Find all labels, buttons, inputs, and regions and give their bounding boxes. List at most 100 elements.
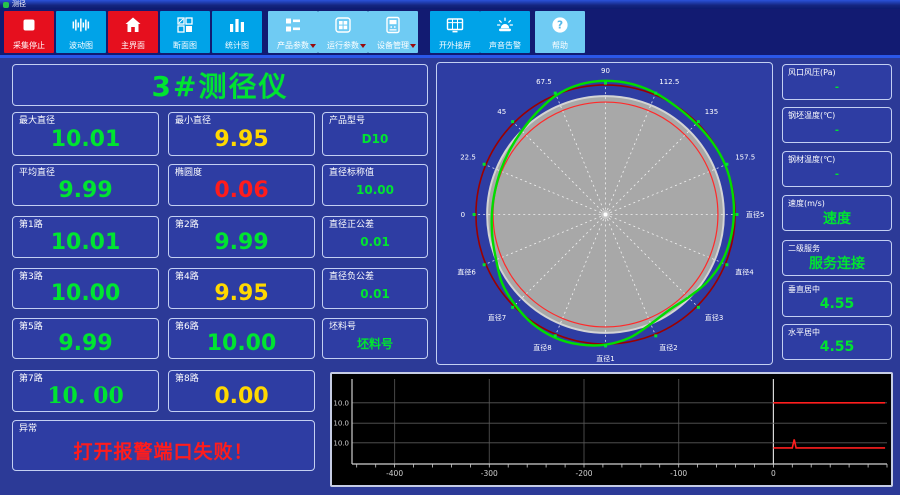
metric-box-第7路: 第7路 10. 00	[12, 370, 159, 412]
toolbar-button-11[interactable]: ? 帮助	[535, 11, 585, 53]
toolbar-button-3[interactable]: 主界面	[108, 11, 158, 53]
status-value: 4.55	[819, 339, 855, 355]
toolbar-separator	[0, 55, 900, 58]
dropdown-arrow-icon	[360, 44, 366, 48]
metric-value: 10. 00	[47, 383, 124, 409]
dropdown-arrow-icon	[310, 44, 316, 48]
metric-box-椭圆度: 椭圆度 0.06	[168, 164, 315, 206]
svg-text:直径3: 直径3	[705, 313, 723, 322]
svg-text:10.0: 10.0	[333, 439, 349, 447]
svg-text:-200: -200	[575, 469, 592, 478]
metric-box-直径正公差: 直径正公差 0.01	[322, 216, 428, 258]
metric-box-第3路: 第3路 10.00	[12, 268, 159, 309]
home-icon	[123, 15, 143, 35]
metric-box-第5路: 第5路 9.99	[12, 318, 159, 359]
status-box-水平居中: 水平居中 4.55	[782, 324, 892, 360]
metric-box-产品型号: 产品型号 D10	[322, 112, 428, 156]
metric-box-最小直径: 最小直径 9.95	[168, 112, 315, 156]
metric-value: 0.01	[360, 235, 390, 249]
metric-box-第1路: 第1路 10.01	[12, 216, 159, 258]
svg-text:90: 90	[601, 66, 610, 75]
trend-chart-panel: 10.0 10.0 10.0 -400 -300 -200 -100 0	[330, 372, 893, 487]
toolbar-button-label: 声音告警	[489, 41, 521, 50]
svg-text:0: 0	[461, 210, 465, 219]
metric-value: 0.00	[214, 383, 269, 409]
metric-value: 坯料号	[356, 337, 393, 351]
status-box-钢材温度(℃): 钢材温度(℃) -	[782, 151, 892, 187]
toolbar-button-label: 断面图	[173, 41, 197, 50]
svg-text:45: 45	[497, 107, 506, 116]
toolbar-button-1[interactable]: 采集停止	[4, 11, 54, 53]
help-icon: ?	[550, 15, 570, 35]
toolbar-button-9[interactable]: 开外接屏	[430, 11, 480, 53]
metric-value: 10.00	[356, 183, 394, 197]
toolbar-button-4[interactable]: 断面图	[160, 11, 210, 53]
status-box-风口风压(Pa): 风口风压(Pa) -	[782, 64, 892, 100]
status-box-二级服务: 二级服务 服务连接	[782, 240, 892, 276]
svg-text:直径1: 直径1	[596, 354, 615, 363]
toolbar-button-6[interactable]: 产品参数	[268, 11, 318, 53]
toolbar-button-8[interactable]: 设备管理	[368, 11, 418, 53]
toolbar-button-7[interactable]: 运行参数	[318, 11, 368, 53]
window-title: 测径	[12, 0, 26, 8]
toolbar-button-label: 统计图	[225, 41, 249, 50]
toolbar-button-label: 主界面	[121, 41, 145, 50]
metric-box-异常: 异常 打开报警端口失败！	[12, 420, 315, 471]
svg-text:直径8: 直径8	[533, 343, 552, 352]
metric-value: 10.01	[50, 126, 121, 152]
metric-value: 9.99	[58, 331, 113, 356]
metric-box-直径标称值: 直径标称值 10.00	[322, 164, 428, 206]
svg-text:直径2: 直径2	[659, 343, 678, 352]
main-window: 测径 采集停止 波动图 主界面 断面图 统计图 产品参数 运行参数 设备管理 开外接屏 声音告警?…	[0, 0, 900, 495]
status-box-速度(m/s): 速度(m/s) 速度	[782, 195, 892, 231]
toolbar-button-2[interactable]: 波动图	[56, 11, 106, 53]
toolbar-button-5[interactable]: 统计图	[212, 11, 262, 53]
svg-text:157.5: 157.5	[735, 153, 755, 162]
status-value: 服务连接	[809, 256, 865, 272]
svg-text:直径5: 直径5	[746, 210, 765, 219]
status-box-钢坯温度(℃): 钢坯温度(℃) -	[782, 107, 892, 143]
title-bar: 测径	[0, 0, 900, 9]
external-screen-icon	[445, 15, 465, 35]
svg-text:-400: -400	[386, 469, 403, 478]
svg-text:直径4: 直径4	[735, 267, 754, 276]
section-icon	[175, 15, 195, 35]
cross-section-chart: 0 22.5 45 67.5 90 112.5 135 157.5 直径5 直径4 直径3 直径2 直径…	[457, 66, 765, 363]
metric-value: 9.95	[214, 126, 269, 152]
metric-box-平均直径: 平均直径 9.99	[12, 164, 159, 206]
status-value: 4.55	[819, 296, 855, 312]
toolbar-button-10[interactable]: 声音告警	[480, 11, 530, 53]
stop-icon	[19, 15, 39, 35]
cross-section-panel: 0 22.5 45 67.5 90 112.5 135 157.5 直径5 直径4 直径3 直径2 直径…	[436, 62, 773, 365]
status-value: -	[834, 81, 840, 93]
metric-value: 9.99	[58, 177, 113, 203]
svg-text:?: ?	[557, 20, 563, 32]
barchart-icon	[227, 15, 247, 35]
metric-box-最大直径: 最大直径 10.01	[12, 112, 159, 156]
gauge-title-panel: 3#测径仪	[12, 64, 428, 106]
metric-box-直径负公差: 直径负公差 0.01	[322, 268, 428, 309]
trend-chart: 10.0 10.0 10.0 -400 -300 -200 -100 0	[333, 379, 888, 478]
status-value: -	[834, 124, 840, 136]
metric-value: 0.01	[360, 286, 390, 301]
dropdown-arrow-icon	[410, 44, 416, 48]
svg-text:67.5: 67.5	[536, 77, 552, 86]
alarm-icon	[495, 15, 515, 35]
toolbar: 采集停止 波动图 主界面 断面图 统计图 产品参数 运行参数 设备管理 开外接屏 声音告警 ? 帮助	[0, 9, 900, 55]
status-value: 速度	[823, 211, 851, 227]
product-params-icon	[283, 15, 303, 35]
svg-text:0: 0	[771, 469, 776, 478]
metric-box-坯料号: 坯料号 坯料号	[322, 318, 428, 359]
svg-text:直径7: 直径7	[488, 313, 507, 322]
svg-text:112.5: 112.5	[659, 77, 679, 86]
metric-value: 打开报警端口失败！	[73, 441, 254, 463]
metric-box-第4路: 第4路 9.95	[168, 268, 315, 309]
svg-text:10.0: 10.0	[333, 399, 349, 407]
svg-text:-100: -100	[670, 469, 687, 478]
run-params-icon	[333, 15, 353, 35]
metric-value: 9.99	[214, 229, 269, 255]
metric-value: 10.01	[50, 229, 121, 255]
svg-text:直径6: 直径6	[457, 267, 476, 276]
metric-box-第6路: 第6路 10.00	[168, 318, 315, 359]
toolbar-button-label: 采集停止	[13, 41, 45, 50]
